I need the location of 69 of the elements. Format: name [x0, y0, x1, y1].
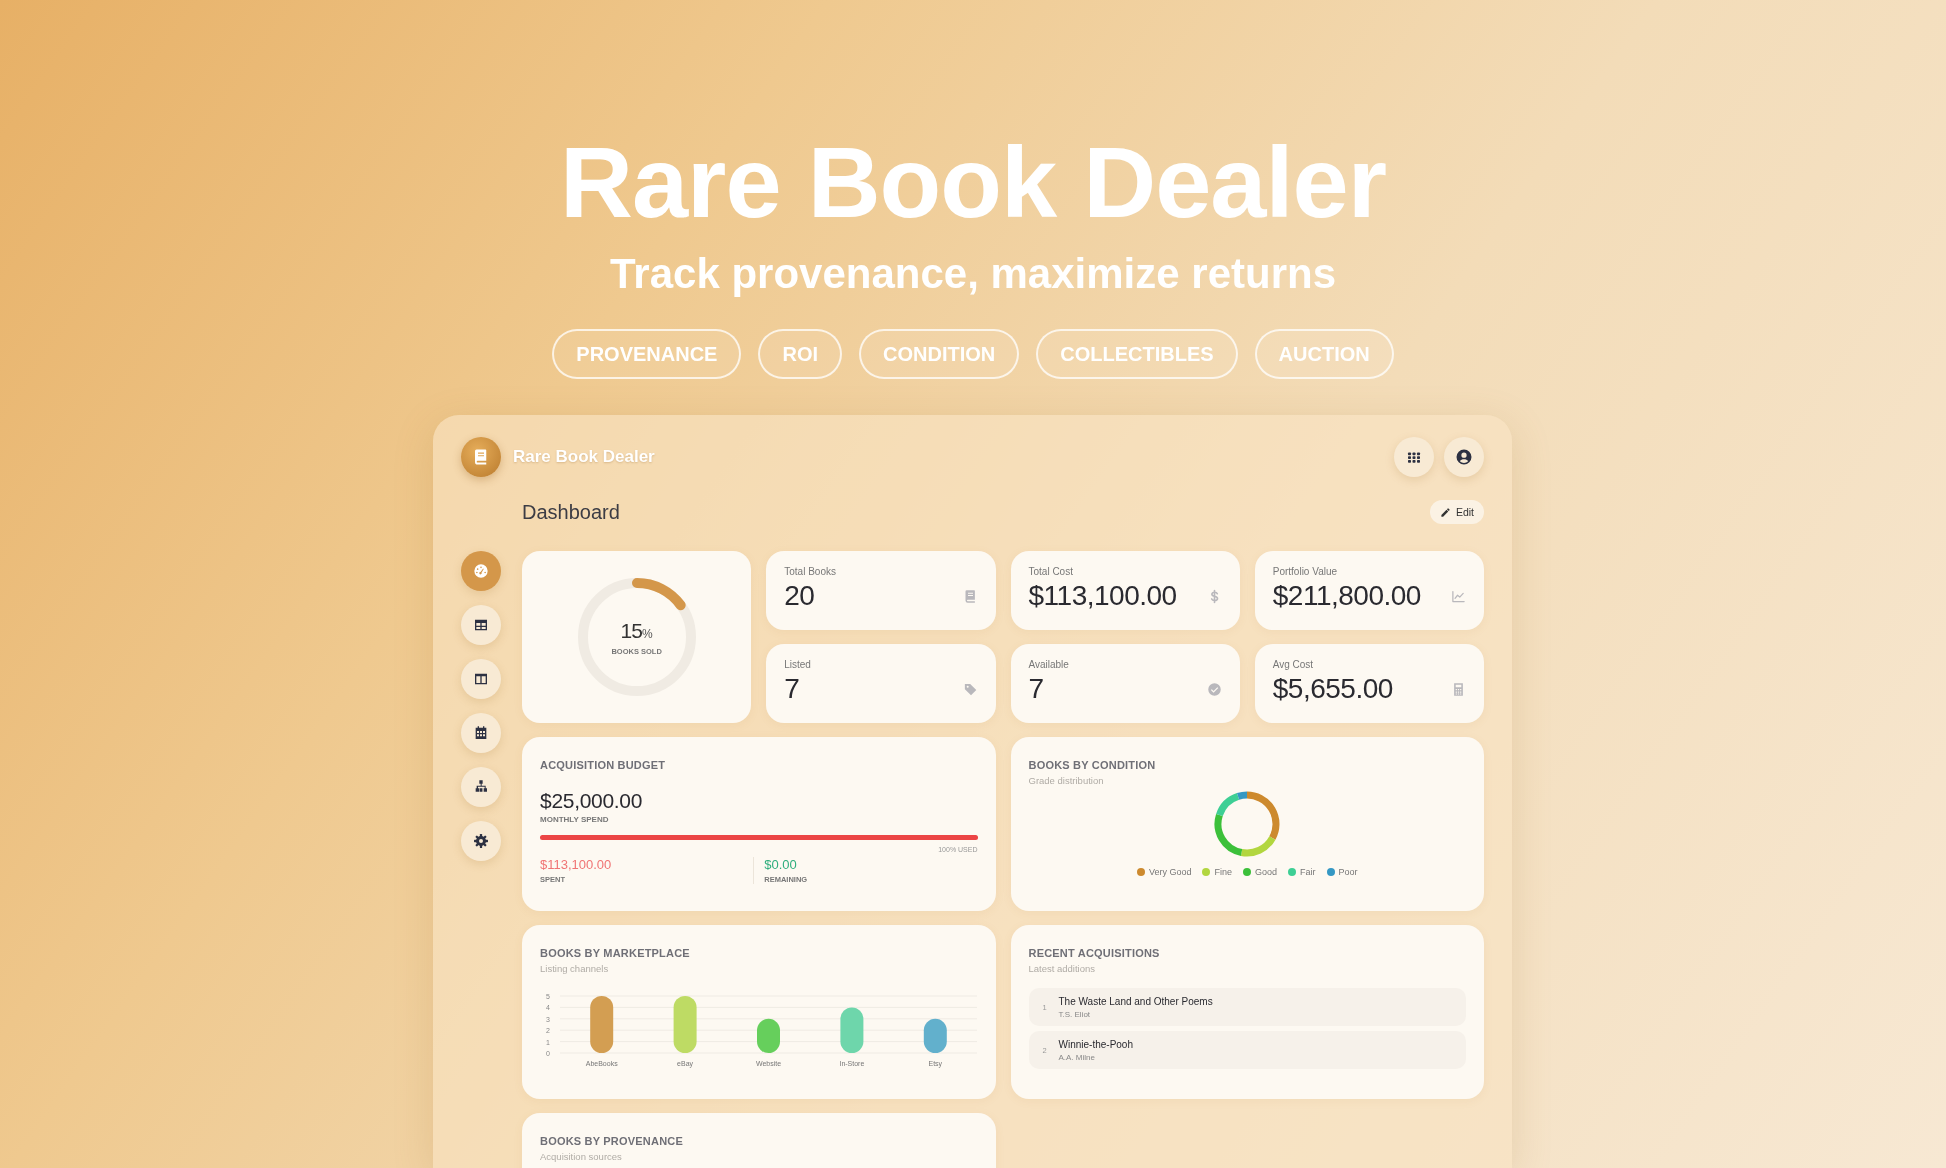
table-icon: [473, 617, 489, 633]
amount-label: MONTHLY SPEND: [540, 815, 610, 824]
tag-icon: [962, 681, 978, 697]
legend-label: Poor: [1338, 867, 1358, 877]
card-subtitle: Acquisition sources: [540, 1151, 623, 1162]
bar: [840, 1007, 864, 1053]
legend-label: Good: [1255, 867, 1278, 877]
card-title: BOOKS BY CONDITION: [1028, 759, 1157, 771]
book-title: The Waste Land and Other Poems: [1058, 995, 1213, 1007]
card-title: BOOKS BY PROVENANCE: [540, 1135, 684, 1147]
settings-icon: [473, 833, 489, 849]
calendar-icon: [473, 725, 489, 741]
stat-value: $113,100.00: [1028, 580, 1177, 612]
account-button[interactable]: [1444, 437, 1484, 477]
spent-value: $113,100.00: [540, 857, 613, 872]
stat-label: Avg Cost: [1272, 659, 1315, 670]
tag: ROI: [758, 329, 842, 379]
hero-title: Rare Book Dealer: [560, 132, 1386, 233]
card-title: BOOKS BY MARKETPLACE: [540, 947, 691, 959]
card-subtitle: Grade distribution: [1028, 775, 1105, 786]
gauge-icon: [473, 563, 489, 579]
legend-label: Fine: [1214, 867, 1232, 877]
apps-button[interactable]: [1394, 437, 1434, 477]
app-name: Rare Book Dealer: [513, 447, 655, 467]
page-title: Dashboard: [522, 500, 620, 524]
card-subtitle: Latest additions: [1028, 963, 1097, 974]
tag: PROVENANCE: [552, 329, 742, 379]
stat-label: Portfolio Value: [1272, 566, 1339, 577]
book-title: Winnie-the-Pooh: [1058, 1038, 1133, 1050]
nav-button[interactable]: [461, 605, 501, 645]
stat-label: Available: [1028, 659, 1070, 670]
line-chart-icon: [1451, 588, 1466, 604]
book-author: T.S. Eliot: [1058, 1009, 1092, 1019]
tag: CONDITION: [859, 329, 1020, 379]
legend-label: Very Good: [1148, 867, 1192, 877]
nav-button[interactable]: [461, 659, 501, 699]
stat-label: Listed: [784, 659, 812, 670]
remaining-value: $0.00: [764, 857, 798, 872]
legend-label: Fair: [1300, 867, 1316, 877]
card-title: ACQUISITION BUDGET: [540, 759, 667, 771]
budget-amount: $25,000.00: [540, 789, 644, 813]
tag: COLLECTIBLES: [1036, 329, 1238, 379]
stat-value: $5,655.00: [1272, 673, 1393, 705]
donut-chart: [1213, 790, 1282, 858]
user-icon: [1455, 448, 1473, 466]
bar: [757, 1018, 780, 1053]
bar: [673, 996, 697, 1053]
bar: [590, 996, 614, 1053]
hero-subtitle: Track provenance, maximize returns: [610, 253, 1336, 295]
nav-button[interactable]: [461, 821, 501, 861]
stat-value: 20: [784, 580, 815, 612]
stat-label: Total Books: [784, 566, 837, 577]
card-subtitle: Listing channels: [540, 963, 610, 974]
tag: AUCTION: [1254, 329, 1394, 379]
stat-label: Total Cost: [1028, 566, 1074, 577]
calculator-icon: [1451, 681, 1466, 697]
stat-value: 7: [1028, 673, 1044, 705]
percent-unit: %: [641, 626, 653, 641]
percent-value: 15: [620, 618, 642, 643]
edit-button[interactable]: Edit: [1429, 500, 1484, 524]
hierarchy-icon: [473, 779, 489, 795]
card-title: RECENT ACQUISITIONS: [1028, 947, 1161, 959]
stat-value: $211,800.00: [1272, 580, 1421, 612]
nav-button[interactable]: [461, 767, 501, 807]
pencil-icon: [1439, 506, 1451, 518]
nav-button[interactable]: [461, 713, 501, 753]
book-author: A.A. Milne: [1058, 1052, 1096, 1062]
columns-icon: [473, 671, 489, 687]
stat-value: 7: [784, 673, 800, 705]
